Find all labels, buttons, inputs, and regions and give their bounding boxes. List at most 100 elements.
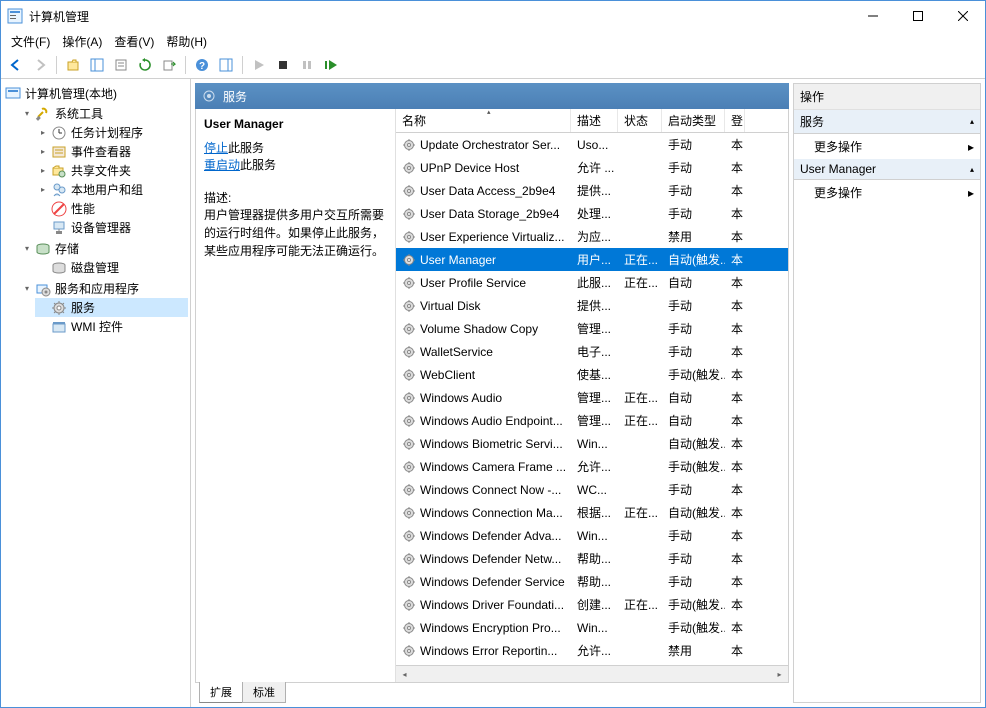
service-row[interactable]: Volume Shadow Copy管理...手动本 bbox=[396, 317, 788, 340]
tree-item[interactable]: ▸设备管理器 bbox=[35, 218, 188, 237]
detail-desc-text: 用户管理器提供多用户交互所需要的运行时组件。如果停止此服务，某些应用程序可能无法… bbox=[204, 206, 387, 260]
properties-button[interactable] bbox=[110, 54, 132, 76]
gear-icon bbox=[402, 345, 416, 359]
tree-item-icon bbox=[51, 182, 67, 198]
submenu-arrow-icon: ▸ bbox=[968, 140, 974, 154]
menu-view[interactable]: 查看(V) bbox=[108, 31, 160, 52]
tab-extended[interactable]: 扩展 bbox=[199, 682, 243, 703]
scroll-right-icon[interactable]: ▸ bbox=[771, 666, 788, 682]
service-row[interactable]: UPnP Device Host允许 ...手动本 bbox=[396, 156, 788, 179]
collapse-arrow-icon: ▴ bbox=[970, 165, 974, 174]
service-row[interactable]: Windows Connection Ma...根据...正在...自动(触发.… bbox=[396, 501, 788, 524]
tree-root[interactable]: 计算机管理(本地) bbox=[3, 84, 188, 103]
expand-arrow-icon[interactable]: ▾ bbox=[21, 283, 33, 295]
tree-item-icon bbox=[51, 125, 67, 141]
tree-item[interactable]: ▸共享文件夹 bbox=[35, 161, 188, 180]
service-row[interactable]: Windows Connect Now -...WC...手动本 bbox=[396, 478, 788, 501]
service-row[interactable]: User Profile Service此服...正在...自动本 bbox=[396, 271, 788, 294]
tree-item[interactable]: 磁盘管理 bbox=[35, 258, 188, 277]
tree-services-apps[interactable]: ▾ 服务和应用程序 bbox=[19, 279, 188, 298]
pause-service-button[interactable] bbox=[296, 54, 318, 76]
menu-action[interactable]: 操作(A) bbox=[56, 31, 108, 52]
col-status[interactable]: 状态 bbox=[618, 109, 662, 132]
menu-help[interactable]: 帮助(H) bbox=[160, 31, 213, 52]
gear-icon bbox=[402, 529, 416, 543]
actions-more-2[interactable]: 更多操作 ▸ bbox=[794, 180, 980, 205]
collapse-arrow-icon: ▴ bbox=[970, 117, 974, 126]
actions-section-selection[interactable]: User Manager ▴ bbox=[794, 159, 980, 180]
col-logon[interactable]: 登 bbox=[725, 109, 745, 132]
toolbar: ? bbox=[1, 51, 985, 79]
service-row[interactable]: Update Orchestrator Ser...Uso...手动本 bbox=[396, 133, 788, 156]
back-button[interactable] bbox=[5, 54, 27, 76]
horizontal-scrollbar[interactable]: ◂ ▸ bbox=[396, 665, 788, 682]
show-hide-tree-button[interactable] bbox=[86, 54, 108, 76]
list-body[interactable]: Update Orchestrator Ser...Uso...手动本UPnP … bbox=[396, 133, 788, 665]
service-row[interactable]: WebClient使基...手动(触发...本 bbox=[396, 363, 788, 386]
gear-icon bbox=[402, 276, 416, 290]
minimize-button[interactable] bbox=[850, 1, 895, 31]
forward-button[interactable] bbox=[29, 54, 51, 76]
tree-services[interactable]: 服务 bbox=[35, 298, 188, 317]
tree-item[interactable]: ▸事件查看器 bbox=[35, 142, 188, 161]
tree-item[interactable]: ▸本地用户和组 bbox=[35, 180, 188, 199]
service-row[interactable]: Windows Driver Foundati...创建...正在...手动(触… bbox=[396, 593, 788, 616]
actions-more-1[interactable]: 更多操作 ▸ bbox=[794, 134, 980, 159]
tree-item[interactable]: ▸任务计划程序 bbox=[35, 123, 188, 142]
maximize-button[interactable] bbox=[895, 1, 940, 31]
expand-arrow-icon[interactable]: ▾ bbox=[21, 243, 33, 255]
gear-icon bbox=[402, 414, 416, 428]
service-row[interactable]: Virtual Disk提供...手动本 bbox=[396, 294, 788, 317]
close-button[interactable] bbox=[940, 1, 985, 31]
stop-service-link[interactable]: 停止 bbox=[204, 141, 228, 155]
restart-service-link[interactable]: 重启动 bbox=[204, 158, 240, 172]
gear-icon bbox=[402, 552, 416, 566]
service-row[interactable]: User Data Access_2b9e4提供...手动本 bbox=[396, 179, 788, 202]
stop-service-button[interactable] bbox=[272, 54, 294, 76]
service-row[interactable]: Windows Defender Netw...帮助...手动本 bbox=[396, 547, 788, 570]
expand-arrow-icon[interactable]: ▾ bbox=[21, 108, 33, 120]
tools-icon bbox=[35, 106, 51, 122]
tree-pane[interactable]: 计算机管理(本地) ▾ 系统工具 ▸任务计划程序▸事件查看器▸共享文件夹▸本地用… bbox=[1, 79, 191, 707]
col-desc[interactable]: 描述 bbox=[571, 109, 618, 132]
menu-file[interactable]: 文件(F) bbox=[5, 31, 56, 52]
actions-header: 操作 bbox=[794, 84, 980, 110]
actions-section-services[interactable]: 服务 ▴ bbox=[794, 110, 980, 134]
service-row[interactable]: Windows Defender Service帮助...手动本 bbox=[396, 570, 788, 593]
gear-icon bbox=[402, 391, 416, 405]
service-row[interactable]: WalletService电子...手动本 bbox=[396, 340, 788, 363]
submenu-arrow-icon: ▸ bbox=[968, 186, 974, 200]
tree-wmi[interactable]: WMI 控件 bbox=[35, 317, 188, 336]
service-row[interactable]: Windows Audio管理...正在...自动本 bbox=[396, 386, 788, 409]
col-startup[interactable]: 启动类型 bbox=[662, 109, 725, 132]
titlebar: 计算机管理 bbox=[1, 1, 985, 31]
export-button[interactable] bbox=[158, 54, 180, 76]
scroll-left-icon[interactable]: ◂ bbox=[396, 666, 413, 682]
col-name[interactable]: 名称▴ bbox=[396, 109, 571, 132]
up-button[interactable] bbox=[62, 54, 84, 76]
service-row[interactable]: Windows Defender Adva...Win...手动本 bbox=[396, 524, 788, 547]
service-row[interactable]: Windows Encryption Pro...Win...手动(触发...本 bbox=[396, 616, 788, 639]
gear-icon bbox=[51, 300, 67, 316]
service-row[interactable]: Windows Audio Endpoint...管理...正在...自动本 bbox=[396, 409, 788, 432]
expand-arrow-icon[interactable]: ▸ bbox=[37, 127, 49, 139]
action-pane-button[interactable] bbox=[215, 54, 237, 76]
expand-arrow-icon[interactable]: ▸ bbox=[37, 184, 49, 196]
tree-system-tools[interactable]: ▾ 系统工具 bbox=[19, 104, 188, 123]
expand-arrow-icon[interactable]: ▸ bbox=[37, 165, 49, 177]
gear-icon bbox=[402, 506, 416, 520]
service-row[interactable]: Windows Camera Frame ...允许...手动(触发...本 bbox=[396, 455, 788, 478]
tree-item[interactable]: ▸性能 bbox=[35, 199, 188, 218]
start-service-button[interactable] bbox=[248, 54, 270, 76]
service-row[interactable]: User Data Storage_2b9e4处理...手动本 bbox=[396, 202, 788, 225]
help-button[interactable]: ? bbox=[191, 54, 213, 76]
tab-standard[interactable]: 标准 bbox=[242, 682, 286, 703]
service-row[interactable]: User Experience Virtualiz...为应...禁用本 bbox=[396, 225, 788, 248]
service-row[interactable]: User Manager用户...正在...自动(触发...本 bbox=[396, 248, 788, 271]
tree-storage[interactable]: ▾ 存储 bbox=[19, 239, 188, 258]
refresh-button[interactable] bbox=[134, 54, 156, 76]
service-row[interactable]: Windows Biometric Servi...Win...自动(触发...… bbox=[396, 432, 788, 455]
service-row[interactable]: Windows Error Reportin...允许...禁用本 bbox=[396, 639, 788, 662]
restart-service-button[interactable] bbox=[320, 54, 342, 76]
expand-arrow-icon[interactable]: ▸ bbox=[37, 146, 49, 158]
